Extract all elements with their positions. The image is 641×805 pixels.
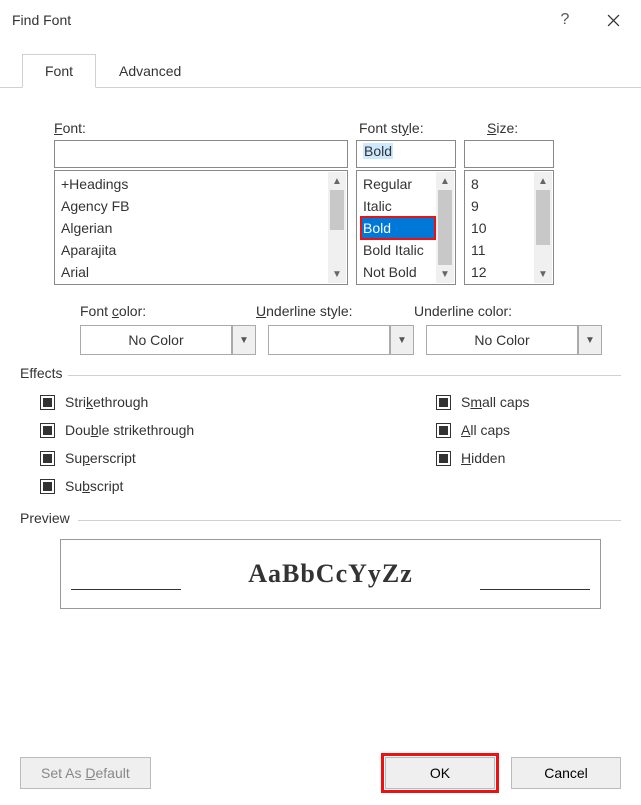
effects-legend: Effects [20,365,67,381]
list-item[interactable]: Regular [361,173,435,195]
font-listbox[interactable]: +Headings Agency FB Algerian Aparajita A… [54,170,348,285]
close-icon[interactable] [593,4,633,36]
checkbox-label: Strikethrough [65,394,148,410]
list-item[interactable]: Bold Italic [361,239,435,261]
scroll-thumb[interactable] [330,190,344,230]
scroll-thumb[interactable] [536,190,550,245]
checkbox-subscript[interactable]: Subscript [40,478,436,494]
tab-advanced[interactable]: Advanced [96,54,204,88]
scroll-down-icon[interactable]: ▼ [328,265,346,283]
font-input[interactable] [54,140,348,168]
underline-style-dropdown[interactable] [268,325,390,355]
label-font: Font: [54,120,359,136]
checkbox-box[interactable] [436,451,451,466]
list-item[interactable]: 10 [469,217,533,239]
list-item[interactable]: 12 [469,261,533,283]
chevron-down-icon[interactable]: ▼ [232,325,256,355]
scroll-thumb[interactable] [438,190,452,265]
label-underline-style: Underline style: [256,303,414,319]
scrollbar[interactable]: ▲ ▼ [436,172,454,283]
checkbox-doublestrikethrough[interactable]: Double strikethrough [40,422,436,438]
checkbox-box[interactable] [40,479,55,494]
list-item[interactable]: 9 [469,195,533,217]
label-font-color: Font color: [80,303,256,319]
checkbox-label: Double strikethrough [65,422,194,438]
list-item[interactable]: 11 [469,239,533,261]
list-item[interactable]: Arial [59,261,327,283]
help-icon[interactable]: ? [545,4,585,36]
checkbox-hidden[interactable]: Hidden [436,450,529,466]
underline-color-dropdown[interactable]: No Color [426,325,578,355]
checkbox-label: Hidden [461,450,505,466]
checkbox-label: Small caps [461,394,529,410]
preview-box: AaBbCcYyZz [60,539,601,609]
chevron-down-icon[interactable]: ▼ [578,325,602,355]
font-style-listbox[interactable]: Regular Italic Bold Bold Italic Not Bold… [356,170,456,285]
checkbox-label: Superscript [65,450,136,466]
list-item[interactable]: Aparajita [59,239,327,261]
scroll-up-icon[interactable]: ▲ [534,172,552,190]
label-size: Size: [487,120,518,136]
tab-strip: Font Advanced [22,54,641,88]
preview-text: AaBbCcYyZz [248,559,413,589]
checkbox-box[interactable] [40,423,55,438]
scroll-up-icon[interactable]: ▲ [436,172,454,190]
cancel-button[interactable]: Cancel [511,757,621,789]
scrollbar[interactable]: ▲ ▼ [534,172,552,283]
font-color-dropdown[interactable]: No Color [80,325,232,355]
checkbox-superscript[interactable]: Superscript [40,450,436,466]
scroll-down-icon[interactable]: ▼ [436,265,454,283]
label-font-style: Font style: [359,120,487,136]
checkbox-smallcaps[interactable]: Small caps [436,394,529,410]
checkbox-box[interactable] [40,451,55,466]
list-item-selected[interactable]: Bold [361,217,435,239]
ok-button[interactable]: OK [385,757,495,789]
checkbox-box[interactable] [40,395,55,410]
scroll-down-icon[interactable]: ▼ [534,265,552,283]
checkbox-label: All caps [461,422,510,438]
chevron-down-icon[interactable]: ▼ [390,325,414,355]
size-listbox[interactable]: 8 9 10 11 12 ▲ ▼ [464,170,554,285]
label-underline-color: Underline color: [414,303,602,319]
checkbox-allcaps[interactable]: All caps [436,422,529,438]
list-item[interactable]: Not Bold [361,261,435,283]
checkbox-strikethrough[interactable]: Strikethrough [40,394,436,410]
checkbox-label: Subscript [65,478,123,494]
checkbox-box[interactable] [436,395,451,410]
set-as-default-button[interactable]: Set As Default [20,757,151,789]
font-style-input[interactable]: Bold [356,140,456,168]
preview-legend: Preview [20,510,74,526]
list-item[interactable]: 8 [469,173,533,195]
title-bar: Find Font ? [0,0,641,40]
list-item[interactable]: Algerian [59,217,327,239]
list-item[interactable]: +Headings [59,173,327,195]
size-input[interactable] [464,140,554,168]
window-title: Find Font [12,12,545,28]
scroll-up-icon[interactable]: ▲ [328,172,346,190]
list-item[interactable]: Agency FB [59,195,327,217]
checkbox-box[interactable] [436,423,451,438]
list-item[interactable]: Italic [361,195,435,217]
tab-font[interactable]: Font [22,54,96,88]
scrollbar[interactable]: ▲ ▼ [328,172,346,283]
